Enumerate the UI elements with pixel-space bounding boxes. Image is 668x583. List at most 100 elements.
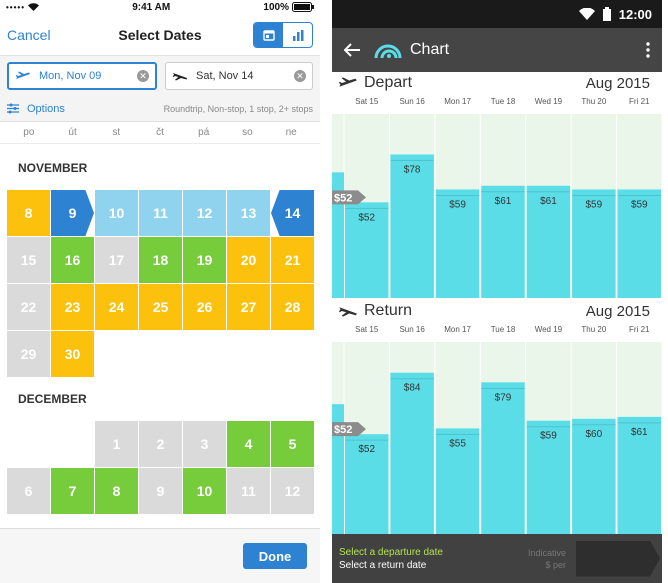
day-11[interactable]: 11: [139, 190, 182, 236]
bar-value-label: $61: [540, 196, 557, 207]
return-prompt: Select a return date: [339, 559, 427, 571]
app-title-text: Chart: [410, 41, 450, 58]
day-18[interactable]: 18: [139, 237, 182, 283]
status-bar: 12:00: [332, 0, 662, 28]
bar-value-label: $61: [495, 196, 512, 207]
depart-date-value: Mon, Nov 09: [39, 70, 102, 82]
page-title: Select Dates: [118, 26, 202, 43]
day-15[interactable]: 15: [7, 237, 50, 283]
bar-value-label: $59: [449, 199, 466, 210]
x-tick-label: Wed 19: [535, 325, 563, 334]
bar-tue-18[interactable]: [481, 382, 525, 534]
day-19[interactable]: 19: [183, 237, 226, 283]
day-2[interactable]: 2: [139, 421, 182, 467]
day-1[interactable]: 1: [95, 421, 138, 467]
depart-header: Depart Aug 2015: [332, 72, 662, 94]
day-4[interactable]: 4: [227, 421, 270, 467]
day-9[interactable]: 9: [51, 190, 94, 236]
calendar-view-button[interactable]: [254, 22, 283, 47]
day-29[interactable]: 29: [7, 331, 50, 377]
back-arrow-icon[interactable]: [344, 43, 360, 57]
day-7[interactable]: 7: [51, 468, 94, 514]
day-25[interactable]: 25: [139, 284, 182, 330]
day-23[interactable]: 23: [51, 284, 94, 330]
landing-icon: [172, 73, 187, 81]
nav-bar: Cancel Select Dates: [0, 14, 320, 56]
depart-month: Aug 2015: [585, 74, 650, 92]
bar-sun-16[interactable]: [390, 372, 434, 534]
status-time: 9:41 AM: [132, 1, 171, 13]
day-17[interactable]: 17: [95, 237, 138, 283]
day-21[interactable]: 21: [271, 237, 314, 283]
bar-value-label: $59: [586, 199, 603, 210]
day-26[interactable]: 26: [183, 284, 226, 330]
ios-date-picker: ••••• 9:41 AM 100% Cancel Select Dates M…: [0, 0, 320, 583]
landing-icon: [339, 307, 357, 317]
bar-value-label: $84: [404, 383, 421, 394]
options-row[interactable]: Options Roundtrip, Non-stop, 1 stop, 2+ …: [0, 96, 320, 122]
day-8[interactable]: 8: [7, 190, 50, 236]
weekday-label: út: [68, 127, 77, 138]
x-tick-label: Tue 18: [491, 325, 516, 334]
weekday-label: pá: [198, 127, 210, 138]
return-month: Aug 2015: [585, 302, 650, 320]
day-6[interactable]: 6: [7, 468, 50, 514]
clear-depart-icon[interactable]: ✕: [137, 70, 149, 82]
x-tick-label: Sun 16: [399, 325, 425, 334]
depart-date-field[interactable]: Mon, Nov 09 ✕: [7, 62, 157, 90]
day-10[interactable]: 10: [95, 190, 138, 236]
return-date-field[interactable]: Sat, Nov 14 ✕: [165, 62, 313, 90]
empty-day: [183, 331, 226, 377]
x-tick-label: Thu 20: [581, 97, 606, 106]
takeoff-icon: [339, 77, 357, 87]
takeoff-icon: [15, 71, 30, 79]
day-12[interactable]: 12: [271, 468, 314, 514]
weekday-label: st: [112, 127, 121, 138]
x-tick-label: Sun 16: [399, 97, 425, 106]
x-tick-label: Thu 20: [581, 325, 606, 334]
day-10[interactable]: 10: [183, 468, 226, 514]
options-button[interactable]: Options: [7, 103, 65, 115]
day-30[interactable]: 30: [51, 331, 94, 377]
next-arrow-button[interactable]: [576, 540, 660, 577]
depart-chart[interactable]: Sat 15 $52 Sun 16 $78 Mon 17 $59 Tue 18 $61 Wed …: [332, 94, 662, 298]
clear-return-icon[interactable]: ✕: [294, 70, 306, 82]
day-11[interactable]: 11: [227, 468, 270, 514]
overflow-menu-icon[interactable]: [646, 42, 650, 58]
status-bar: ••••• 9:41 AM 100%: [0, 0, 320, 14]
done-button[interactable]: Done: [243, 543, 307, 569]
date-fields: Mon, Nov 09 ✕ Sat, Nov 14 ✕: [0, 56, 320, 96]
wifi-icon: [28, 3, 40, 11]
day-8[interactable]: 8: [95, 468, 138, 514]
weekday-label: po: [23, 127, 35, 138]
cancel-button[interactable]: Cancel: [7, 27, 67, 43]
day-20[interactable]: 20: [227, 237, 270, 283]
depart-prompt: Select a departure date: [339, 546, 443, 558]
day-14[interactable]: 14: [271, 190, 314, 236]
bar-sun-16[interactable]: [390, 154, 434, 298]
day-22[interactable]: 22: [7, 284, 50, 330]
return-section: Return Aug 2015: [332, 300, 662, 322]
x-tick-label: Fri 21: [629, 97, 650, 106]
day-9[interactable]: 9: [139, 468, 182, 514]
day-28[interactable]: 28: [271, 284, 314, 330]
x-tick-label: Wed 19: [535, 97, 563, 106]
day-27[interactable]: 27: [227, 284, 270, 330]
bar-value-label: $52: [358, 212, 375, 223]
day-24[interactable]: 24: [95, 284, 138, 330]
skyscanner-logo-icon: [374, 44, 402, 58]
bar-value-label: $79: [495, 392, 512, 403]
day-3[interactable]: 3: [183, 421, 226, 467]
empty-day: [51, 421, 94, 467]
footer: Done: [0, 528, 320, 583]
day-12[interactable]: 12: [183, 190, 226, 236]
day-13[interactable]: 13: [227, 190, 270, 236]
chart-view-button[interactable]: [283, 23, 312, 47]
return-chart[interactable]: Sat 15 $52 Sun 16 $84 Mon 17 $55 Tue 18 $79 Wed …: [332, 322, 662, 534]
x-tick-label: Tue 18: [491, 97, 516, 106]
day-16[interactable]: 16: [51, 237, 94, 283]
sliders-icon: [7, 103, 19, 114]
weekday-label: ne: [285, 127, 297, 138]
options-summary: Roundtrip, Non-stop, 1 stop, 2+ stops: [163, 103, 313, 114]
day-5[interactable]: 5: [271, 421, 314, 467]
